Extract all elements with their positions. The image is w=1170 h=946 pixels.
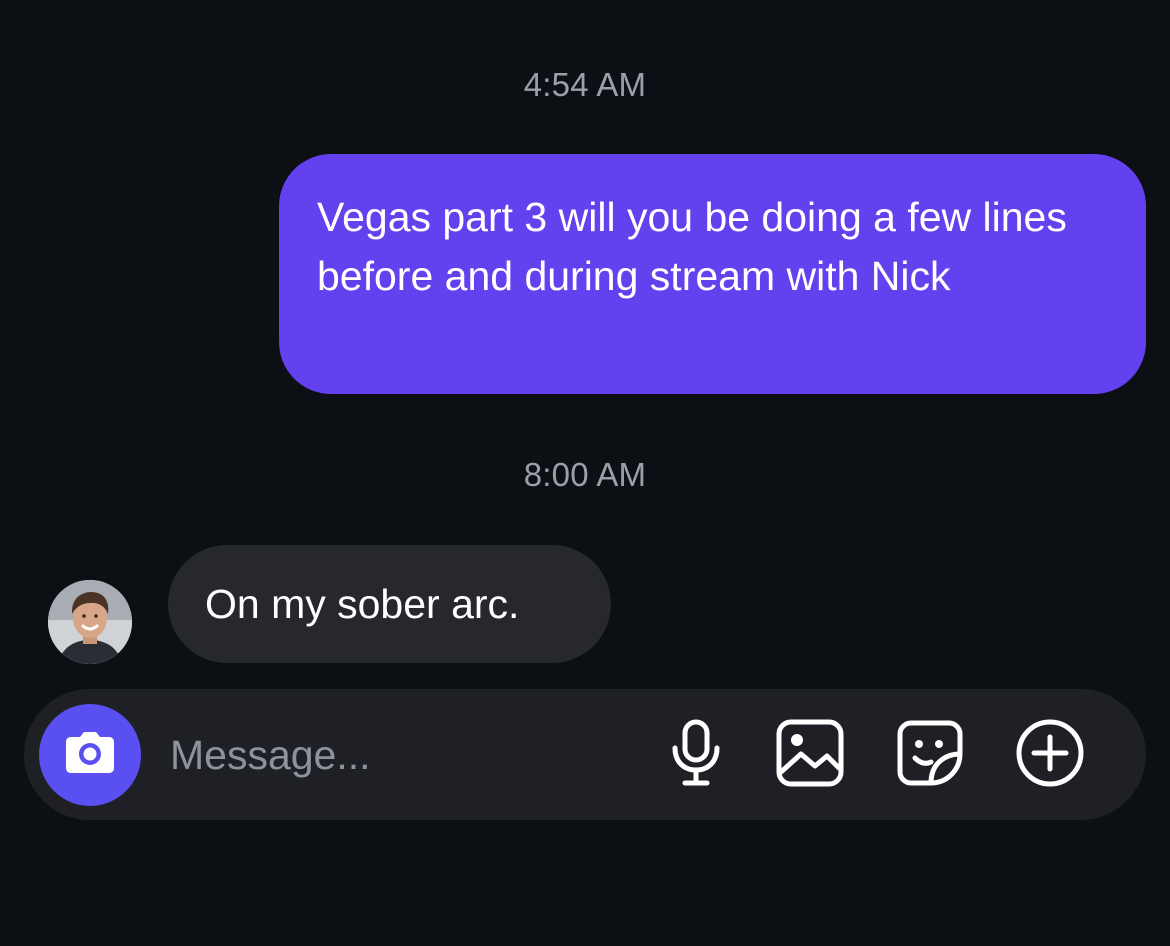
more-options-button[interactable] xyxy=(1014,719,1086,791)
camera-icon xyxy=(60,723,120,788)
image-gallery-icon xyxy=(775,718,845,793)
sticker-icon xyxy=(895,718,965,793)
plus-circle-icon xyxy=(1015,718,1085,793)
outgoing-message-bubble[interactable]: Vegas part 3 will you be doing a few lin… xyxy=(279,154,1146,394)
message-composer xyxy=(24,689,1146,820)
timestamp: 4:54 AM xyxy=(523,66,647,103)
message-input[interactable] xyxy=(170,719,640,791)
incoming-message-bubble[interactable]: On my sober arc. xyxy=(168,545,611,663)
gallery-button[interactable] xyxy=(774,719,846,791)
timestamp: 8:00 AM xyxy=(523,456,647,493)
voice-message-button[interactable] xyxy=(660,719,732,791)
sticker-button[interactable] xyxy=(894,719,966,791)
camera-button[interactable] xyxy=(39,704,141,806)
sender-avatar[interactable] xyxy=(48,580,132,664)
microphone-icon xyxy=(666,718,726,793)
